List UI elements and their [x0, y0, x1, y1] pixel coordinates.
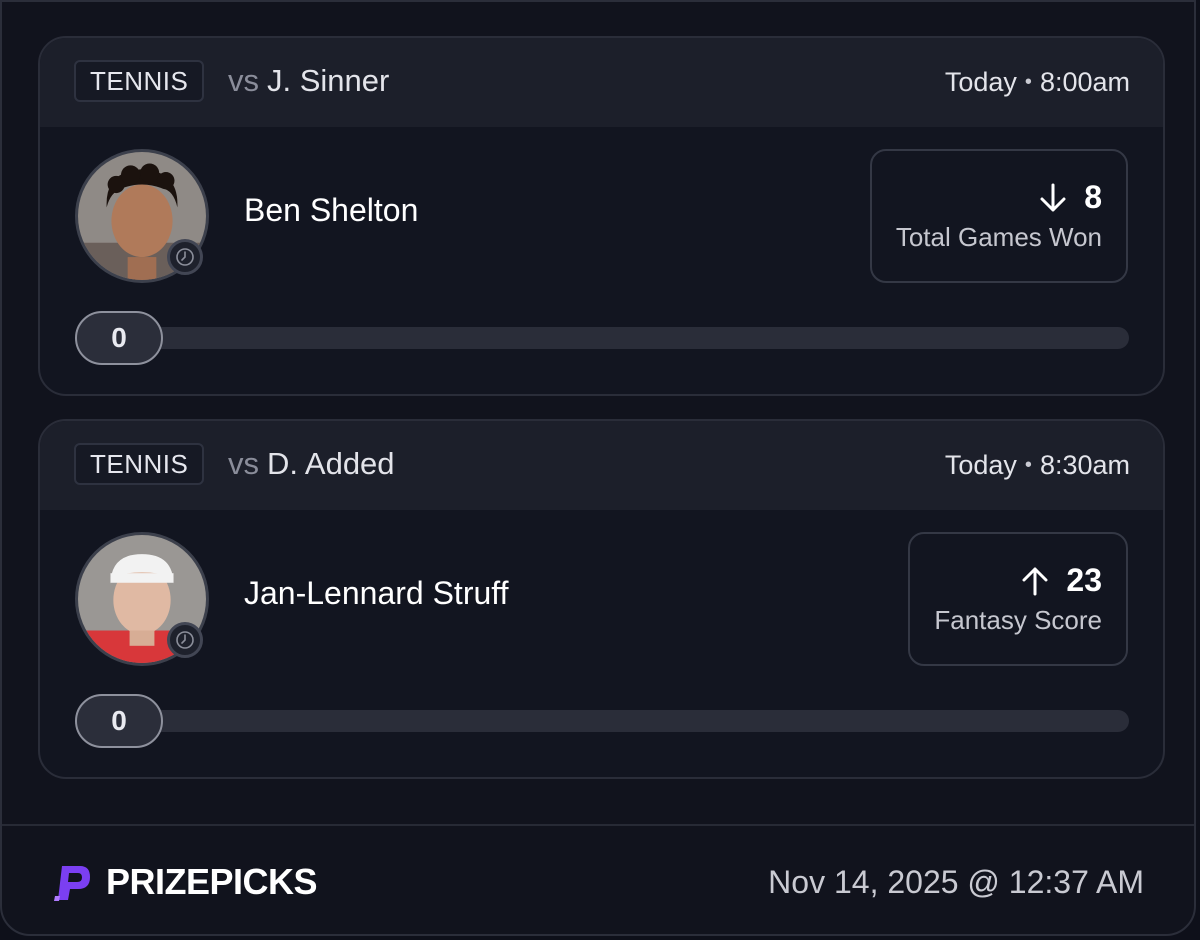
prizepicks-logo-icon — [54, 866, 90, 901]
game-day: Today — [944, 450, 1017, 480]
timestamp: Nov 14, 2025 @ 12:37 AM — [768, 864, 1144, 900]
clock-icon — [167, 239, 203, 275]
projection-value: 23 — [1066, 562, 1102, 598]
opponent-name: D. Added — [267, 446, 395, 481]
clock-icon — [167, 622, 203, 658]
sport-tag: TENNIS — [74, 60, 205, 102]
game-time: Today • 8:00am — [945, 67, 1130, 98]
arrow-down-icon — [1040, 183, 1066, 211]
arrow-up-icon — [1022, 567, 1048, 595]
game-clock: 8:00am — [1039, 67, 1130, 97]
projection-line: 23 — [1020, 562, 1102, 599]
game-day: Today — [944, 67, 1017, 97]
sport-tag: TENNIS — [74, 443, 205, 485]
progress-value: 0 — [75, 694, 163, 748]
projection-box: 23 Fantasy Score — [908, 532, 1128, 666]
vs-label: vs — [228, 63, 259, 98]
matchup: vs D. Added — [228, 446, 395, 482]
separator-dot: • — [1024, 454, 1032, 476]
projection-line: 8 — [1038, 179, 1102, 216]
pick-summary-panel: TENNIS vs J. Sinner Today • 8:00am Ben Shel… — [0, 0, 1196, 936]
game-time: Today • 8:30am — [945, 450, 1130, 481]
brand-name: PRIZEPICKS — [106, 861, 318, 902]
stat-type: Total Games Won — [895, 222, 1102, 252]
projection-box: 8 Total Games Won — [869, 149, 1128, 283]
matchup: vs J. Sinner — [228, 63, 389, 99]
separator-dot: • — [1024, 71, 1032, 93]
player-name: Ben Shelton — [244, 192, 419, 228]
pick-card[interactable]: TENNIS vs D. Added Today • 8:30am Jan-Lenna… — [38, 419, 1165, 779]
progress-value: 0 — [75, 311, 163, 365]
opponent-name: J. Sinner — [267, 63, 390, 98]
progress-track — [120, 327, 1129, 349]
player-name: Jan-Lennard Struff — [244, 575, 509, 611]
vs-label: vs — [228, 446, 259, 481]
pick-card[interactable]: TENNIS vs J. Sinner Today • 8:00am Ben Shel… — [38, 36, 1165, 396]
footer-divider — [2, 824, 1194, 826]
progress-track — [120, 710, 1129, 732]
projection-value: 8 — [1084, 179, 1102, 215]
pick-card-header: TENNIS vs D. Added Today • 8:30am — [40, 421, 1163, 510]
brand: PRIZEPICKS — [50, 860, 318, 904]
pick-card-header: TENNIS vs J. Sinner Today • 8:00am — [40, 38, 1163, 127]
game-clock: 8:30am — [1039, 450, 1130, 480]
stat-type: Fantasy Score — [934, 605, 1102, 635]
